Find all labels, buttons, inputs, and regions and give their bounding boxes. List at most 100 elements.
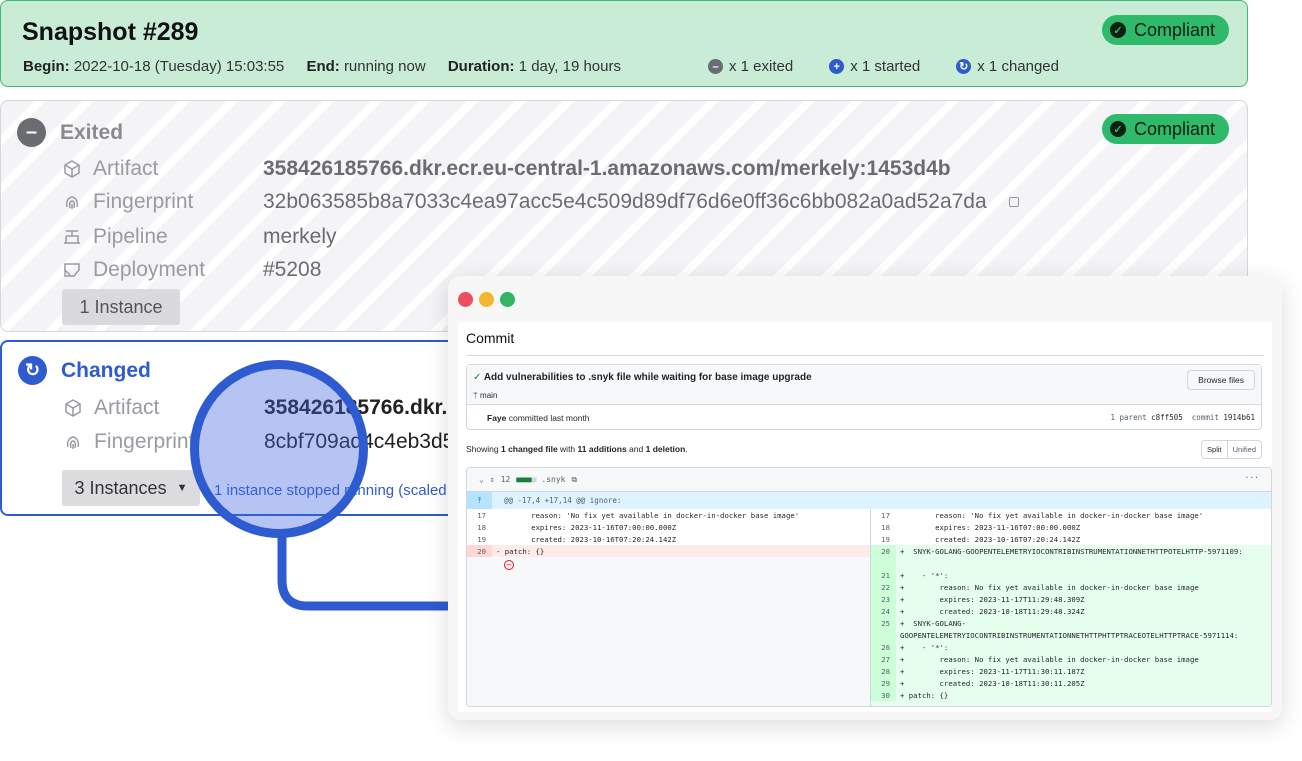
snapshot-meta: Begin: 2022-10-18 (Tuesday) 15:03:55 End…: [23, 58, 639, 75]
file-name[interactable]: .snyk: [541, 475, 565, 484]
diffstat-bars: ■■■■■: [516, 475, 536, 484]
line-number[interactable]: 29: [871, 677, 896, 689]
showing-additions: 11 additions: [577, 444, 627, 454]
more-options-icon[interactable]: ···: [1245, 473, 1259, 482]
copy-icon[interactable]: ⧉: [571, 475, 577, 485]
copy-icon[interactable]: [1008, 197, 1019, 207]
minimize-dot[interactable]: [479, 292, 494, 307]
line-number[interactable]: 21: [871, 569, 896, 581]
line-number[interactable]: 19: [871, 533, 896, 545]
exited-artifact-row: Artifact 358426185766.dkr.ecr.eu-central…: [61, 157, 951, 181]
chevron-down-icon[interactable]: ⌄: [479, 475, 484, 484]
diff-line: 18 expires: 2023-11-16T07:00:00.000Z: [871, 521, 1271, 533]
split-toggle[interactable]: Split: [1202, 441, 1228, 458]
diff-line: 18 expires: 2023-11-16T07:00:00.000Z: [467, 521, 870, 533]
line-code: expires: 2023-11-16T07:00:00.000Z: [900, 522, 1081, 532]
commit-heading: Commit: [466, 330, 515, 346]
instances-label: 3 Instances: [74, 477, 167, 498]
changed-instances-dropdown[interactable]: 3 Instances ▼: [62, 470, 200, 506]
line-number[interactable]: 17: [467, 509, 492, 521]
deployment-value[interactable]: #5208: [263, 258, 321, 282]
browse-files-button[interactable]: Browse files: [1187, 370, 1255, 390]
check-icon: ✓: [473, 372, 482, 383]
pipeline-value[interactable]: merkely: [263, 225, 337, 249]
close-dot[interactable]: [458, 292, 473, 307]
line-number[interactable]: 19: [467, 533, 492, 545]
commit-branch[interactable]: ᛘ main: [473, 391, 497, 400]
line-code: expires: 2023-11-16T07:00:00.000Z: [496, 522, 677, 532]
line-code: created: 2023-10-16T07:20:24.142Z: [900, 534, 1081, 544]
fingerprint-value[interactable]: 32b063585b8a7033c4ea97acc5e4c509d89df76d…: [263, 190, 987, 214]
line-number[interactable]: 23: [871, 593, 896, 605]
line-code: + SNYK-GOLANG-: [900, 618, 966, 628]
line-number[interactable]: 30: [871, 689, 896, 701]
parent-sha[interactable]: c8ff505: [1151, 413, 1183, 422]
diff-line: 20 + SNYK-GOLANG-GOOPENTELEMETRYIOCONTRIB…: [871, 545, 1271, 557]
diff-line: 28 + expires: 2023-11-17T11:30:11.187Z: [871, 665, 1271, 677]
line-code: + reason: No fix yet available in docker…: [900, 582, 1199, 592]
magnifier-lens: [190, 360, 368, 538]
showing-changed[interactable]: 1 changed file: [501, 444, 558, 454]
diff-line: 26 + - '*':: [871, 641, 1271, 653]
diff-line: 30 + patch: {}: [871, 689, 1271, 701]
file-diff: ⌄ ⇕ 12 ■■■■■ .snyk ⧉ ··· ⤒ @@ -17,4 +17,…: [466, 467, 1272, 707]
line-number[interactable]: 20: [467, 545, 492, 557]
changed-heading: ↻ Changed: [18, 356, 151, 385]
started-count: x 1 started: [850, 58, 921, 75]
refresh-circle-icon: ↻: [956, 59, 972, 74]
showing-and: and: [629, 444, 644, 454]
line-number[interactable]: 26: [871, 641, 896, 653]
line-number[interactable]: 18: [467, 521, 492, 533]
line-number[interactable]: 18: [871, 521, 896, 533]
view-toggle: Split Unified: [1201, 440, 1262, 459]
unified-toggle[interactable]: Unified: [1228, 441, 1261, 458]
line-number[interactable]: 25: [871, 617, 896, 629]
branch-icon: ᛘ: [473, 391, 478, 400]
minus-circle-icon[interactable]: –: [504, 560, 514, 570]
diff-line: 17 reason: 'No fix yet available in dock…: [467, 509, 870, 521]
diff-line: 19 created: 2023-10-16T07:20:24.142Z: [467, 533, 870, 545]
line-code: reason: 'No fix yet available in docker-…: [496, 510, 800, 520]
line-code: + created: 2023-10-18T11:29:48.324Z: [900, 606, 1085, 616]
minus-circle-icon: –: [708, 59, 723, 74]
commit-message: ✓ Add vulnerabilities to .snyk file whil…: [473, 372, 812, 383]
line-number[interactable]: 20: [871, 545, 896, 557]
line-number[interactable]: 22: [871, 581, 896, 593]
divider: [466, 355, 1264, 356]
line-code: + reason: No fix yet available in docker…: [900, 654, 1199, 664]
exited-compliant-badge: ✓ Compliant: [1102, 114, 1230, 144]
line-number[interactable]: 28: [871, 665, 896, 677]
commit-author[interactable]: Faye: [487, 413, 506, 423]
line-number[interactable]: [871, 629, 896, 641]
showing-with: with: [560, 444, 576, 454]
end-label: End:: [306, 58, 340, 75]
fingerprint-icon: [61, 192, 83, 212]
diff-line: 20 - patch: {}: [467, 545, 870, 557]
commit-summary-top: ✓ Add vulnerabilities to .snyk file whil…: [467, 365, 1261, 405]
snapshot-header: Snapshot #289 ✓ Compliant Begin: 2022-10…: [0, 0, 1248, 87]
line-number[interactable]: 17: [871, 509, 896, 521]
line-number[interactable]: 24: [871, 605, 896, 617]
parent-label: 1 parent: [1110, 413, 1147, 422]
duration-label: Duration:: [447, 58, 515, 75]
cube-icon: [62, 398, 84, 418]
artifact-value[interactable]: 358426185766.dkr.ecr.eu-central-1.amazon…: [263, 157, 951, 181]
hunk-text: @@ -17,4 +17,14 @@ ignore:: [504, 496, 622, 505]
pipeline-icon: [61, 227, 83, 247]
expand-icon[interactable]: ⇕: [490, 475, 495, 484]
branch-name: main: [480, 391, 498, 400]
line-number[interactable]: [871, 557, 896, 569]
line-code: + - '*':: [900, 642, 949, 652]
showing-prefix: Showing: [466, 444, 499, 454]
maximize-dot[interactable]: [500, 292, 515, 307]
exited-instances-button[interactable]: 1 Instance: [62, 289, 180, 325]
diff-line: 21 + - '*':: [871, 569, 1271, 581]
check-icon: ✓: [1110, 121, 1126, 137]
line-number[interactable]: 27: [871, 653, 896, 665]
line-code: + expires: 2023-11-17T11:30:11.187Z: [900, 666, 1085, 676]
cube-icon: [61, 159, 83, 179]
diff-line: [871, 557, 1271, 569]
expand-up-icon[interactable]: ⤒: [467, 492, 492, 509]
begin-value: 2022-10-18 (Tuesday) 15:03:55: [73, 58, 285, 75]
diff-line: 23 + expires: 2023-11-17T11:29:48.309Z: [871, 593, 1271, 605]
